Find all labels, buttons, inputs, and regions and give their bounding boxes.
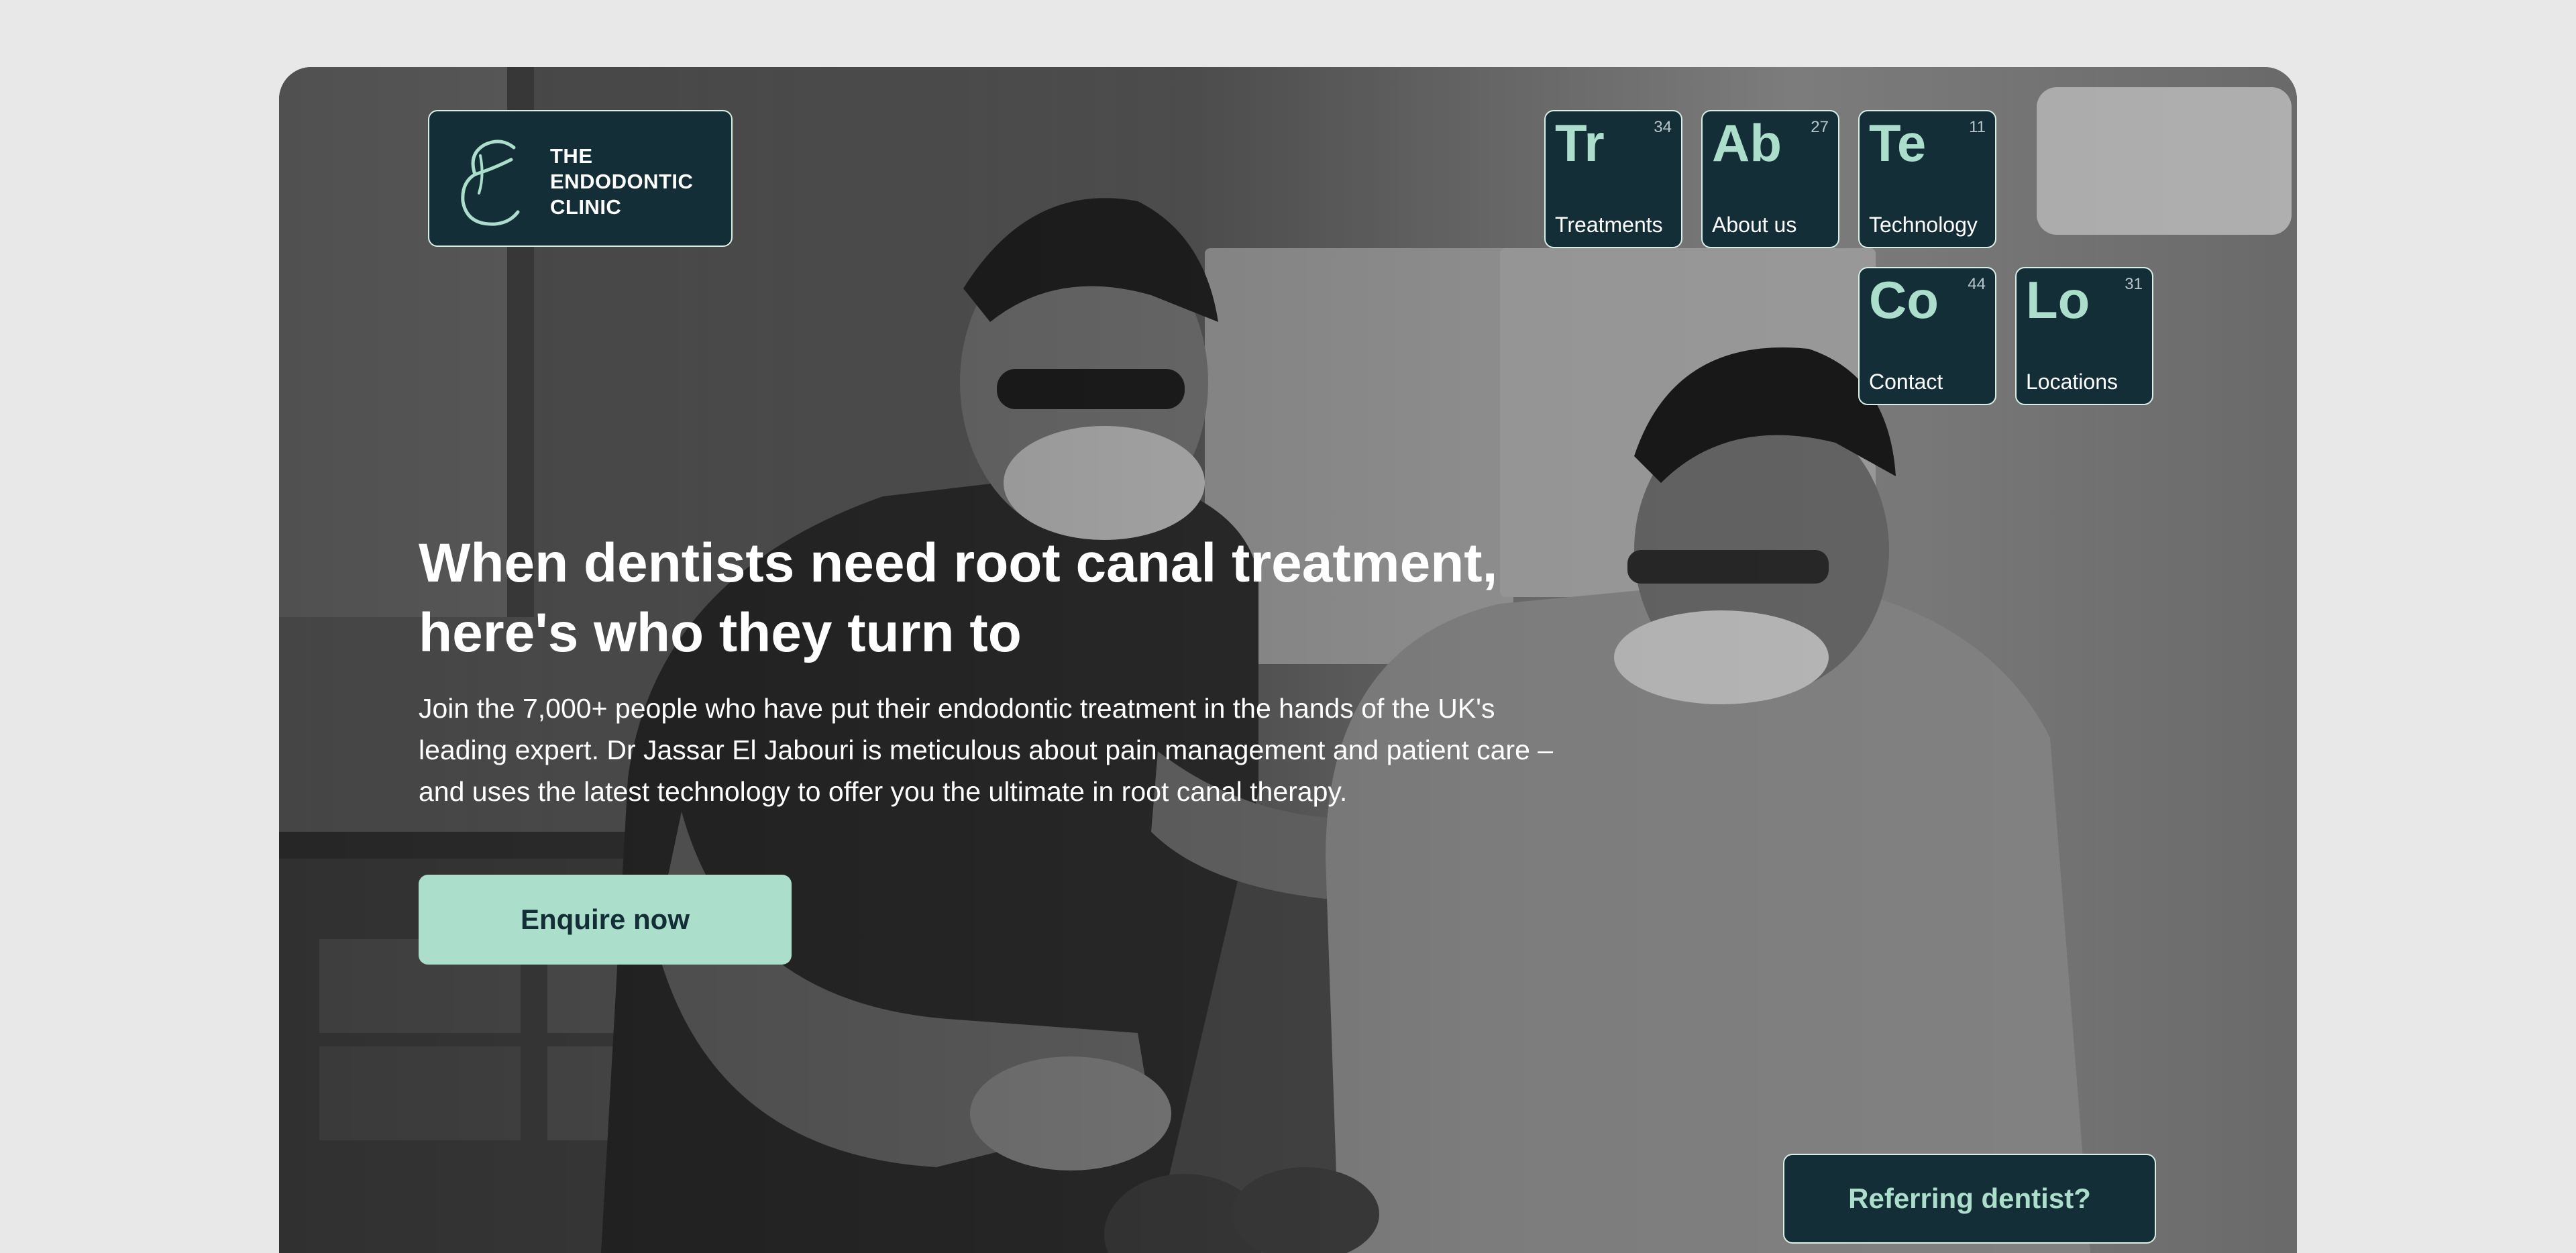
tile-label: About us [1712,213,1797,237]
tile-label: Contact [1869,370,1943,394]
clinic-name-line: ENDODONTIC [550,170,694,193]
tile-number: 11 [1969,118,1986,136]
nav-tile-locations[interactable]: Lo 31 Locations [2015,267,2153,405]
tile-label: Treatments [1555,213,1663,237]
tile-number: 44 [1968,275,1986,293]
hero-headline: When dentists need root canal treatment,… [419,529,1626,668]
nav-tile-technology[interactable]: Te 11 Technology [1858,110,1996,248]
tile-symbol: Tr [1555,113,1605,172]
periodic-table-nav: Tr 34 Treatments Ab 27 About us Te 11 Te… [1544,110,2161,405]
clinic-name-line: THE [550,144,593,168]
tile-symbol: Lo [2026,270,2090,329]
tile-number: 31 [2125,275,2143,293]
nav-tile-treatments[interactable]: Tr 34 Treatments [1544,110,1682,248]
referring-dentist-button[interactable]: Referring dentist? [1783,1154,2156,1244]
tile-symbol: Ab [1712,113,1782,172]
tile-label: Locations [2026,370,2118,394]
tile-label: Technology [1869,213,1978,237]
enquire-now-button[interactable]: Enquire now [419,875,792,965]
clinic-name-line: CLINIC [550,195,622,219]
nav-tile-about-us[interactable]: Ab 27 About us [1701,110,1839,248]
headline-line: here's who they turn to [419,602,1022,663]
hero-section: THE ENDODONTIC CLINIC Tr 34 Treatments A… [279,67,2297,1253]
hero-intro-text: Join the 7,000+ people who have put thei… [419,693,1554,807]
signature-e-logo-icon [461,140,520,226]
tile-symbol: Co [1869,270,1939,329]
tile-number: 27 [1811,118,1829,136]
clinic-name: THE ENDODONTIC CLINIC [550,144,693,220]
tile-symbol: Te [1869,113,1927,172]
tile-number: 34 [1654,118,1672,136]
headline-line: When dentists need root canal treatment, [419,533,1498,594]
clinic-logo[interactable]: THE ENDODONTIC CLINIC [428,110,733,247]
nav-tile-contact[interactable]: Co 44 Contact [1858,267,1996,405]
